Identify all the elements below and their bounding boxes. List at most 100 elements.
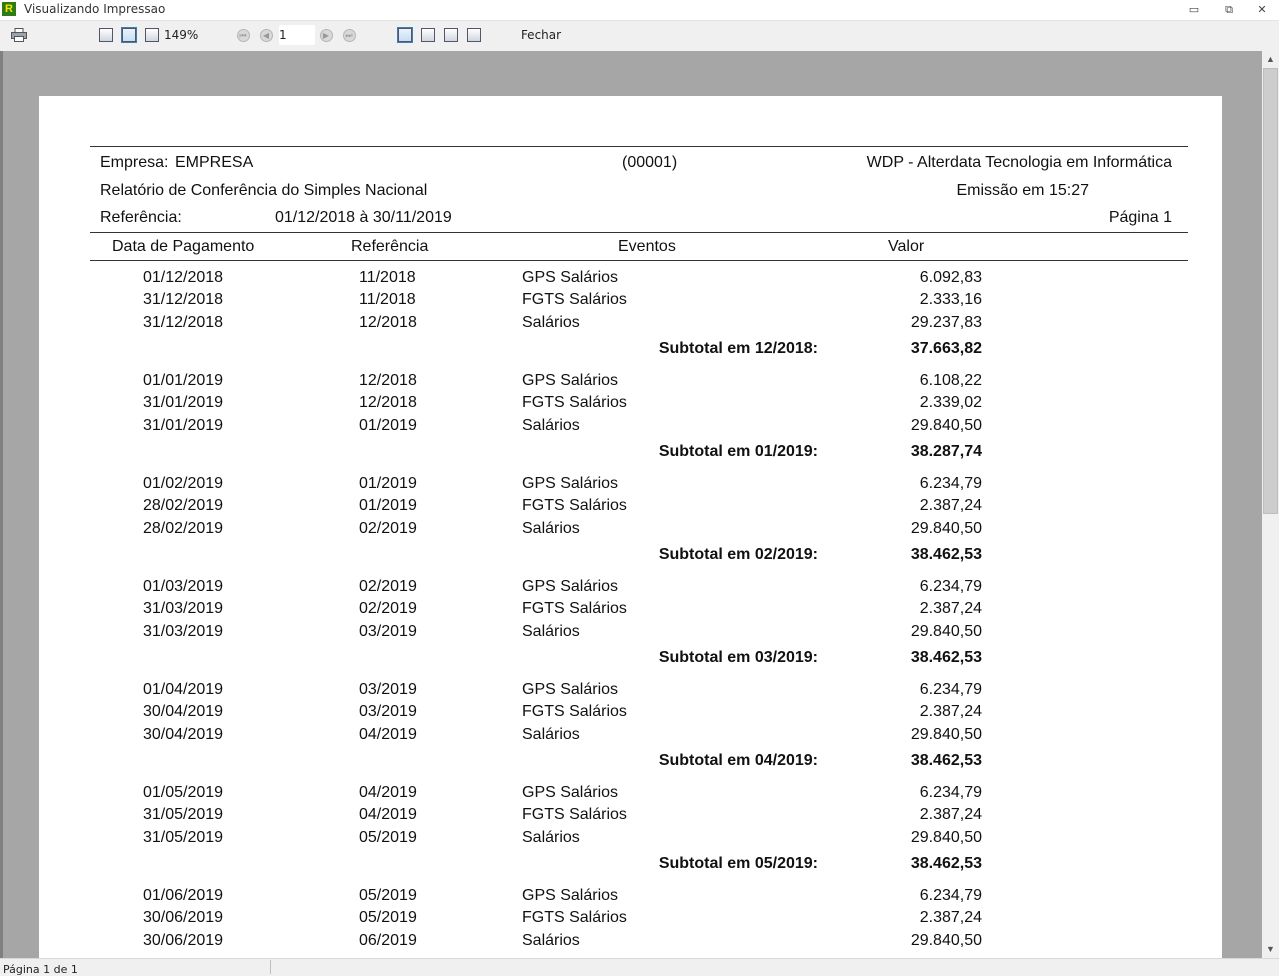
report-title: Relatório de Conferência do Simples Naci… [100,182,428,199]
row-value: 2.387,24 [919,600,982,617]
row-value: 2.387,24 [919,806,982,823]
first-page-button[interactable]: ⏮ [235,25,251,45]
window-title: Visualizando Impressao [24,2,166,16]
print-button[interactable] [8,25,30,45]
row-reference: 11/2018 [359,269,416,286]
row-event: GPS Salários [522,269,619,286]
row-event: GPS Salários [522,372,619,389]
zoom-percent-button[interactable] [143,25,161,45]
row-event: FGTS Salários [522,497,627,514]
row-payment-date: 31/01/2019 [143,417,224,434]
zoom-page-icon [145,28,159,42]
row-reference: 02/2019 [359,578,417,595]
subtotal-label: Subtotal em 05/2019: [658,855,818,872]
row-reference: 12/2018 [359,372,417,389]
row-reference: 02/2019 [359,600,417,617]
row-value: 2.339,02 [919,394,982,411]
close-window-button[interactable]: ✕ [1249,1,1275,19]
vertical-scrollbar[interactable]: ▲ ▼ [1262,51,1279,958]
subtotal-value: 38.287,74 [910,443,982,460]
last-page-button[interactable]: ⏭ [341,25,357,45]
row-value: 6.234,79 [919,784,982,801]
row-payment-date: 31/12/2018 [143,314,224,331]
row-reference: 02/2019 [359,520,417,537]
row-event: FGTS Salários [522,806,627,823]
next-page-button[interactable]: ▶ [318,25,334,45]
row-payment-date: 30/06/2019 [143,932,224,949]
status-separator [270,960,271,974]
page-width-button[interactable] [120,25,138,45]
multi-page-button[interactable] [465,25,483,45]
row-reference: 03/2019 [359,623,417,640]
column-header-date: Data de Pagamento [112,238,255,255]
previous-page-button[interactable]: ◀ [258,25,274,45]
row-event: FGTS Salários [522,600,627,617]
row-value: 29.840,50 [910,417,982,434]
single-page-button[interactable] [396,25,414,45]
empresa-name: EMPRESA [175,154,254,171]
row-event: FGTS Salários [522,291,627,308]
row-payment-date: 01/02/2019 [143,475,224,492]
row-reference: 11/2018 [359,291,416,308]
row-event: GPS Salários [522,784,619,801]
row-event: Salários [522,417,580,434]
row-value: 29.840,50 [910,726,982,743]
row-reference: 04/2019 [359,726,417,743]
row-reference: 01/2019 [359,417,417,434]
row-reference: 01/2019 [359,475,417,492]
next-page-icon: ▶ [319,28,333,42]
subtotal-label: Subtotal em 02/2019: [658,546,818,563]
header-top-line [90,146,1188,147]
row-payment-date: 01/01/2019 [143,372,224,389]
book-view-button[interactable] [442,25,460,45]
column-header-events: Eventos [618,238,676,255]
row-reference: 04/2019 [359,806,417,823]
row-payment-date: 01/04/2019 [143,681,224,698]
row-value: 6.108,22 [919,372,982,389]
row-event: FGTS Salários [522,909,627,926]
row-event: GPS Salários [522,475,619,492]
row-event: GPS Salários [522,681,619,698]
scroll-down-arrow-icon[interactable]: ▼ [1262,941,1279,958]
page-count-status: Página 1 de 1 [3,963,78,976]
referencia-label: Referência: [100,209,182,226]
minimize-button[interactable]: ▭ [1181,1,1207,19]
page-label: Página 1 [1108,209,1172,226]
row-value: 2.387,24 [919,497,982,514]
row-value: 2.333,16 [919,291,982,308]
previous-page-icon: ◀ [259,28,273,42]
row-payment-date: 31/01/2019 [143,394,224,411]
scroll-thumb[interactable] [1263,68,1278,514]
row-reference: 05/2019 [359,909,417,926]
column-header-value: Valor [888,238,925,255]
subtotal-label: Subtotal em 04/2019: [658,752,818,769]
restore-button[interactable]: ⧉ [1216,1,1242,19]
scroll-up-arrow-icon[interactable]: ▲ [1262,51,1279,68]
book-view-icon [444,28,458,42]
empresa-label: Empresa: [100,154,169,171]
status-bar: Página 1 de 1 [0,958,1279,976]
row-value: 6.092,83 [919,269,982,286]
page-width-icon [121,27,137,43]
row-value: 6.234,79 [919,475,982,492]
page-number-input[interactable]: 1 [279,25,315,45]
empresa-code: (00001) [622,154,678,171]
subtotal-label: Subtotal em 12/2018: [658,340,818,357]
zoom-level[interactable]: 149% [164,25,200,45]
row-event: FGTS Salários [522,703,627,720]
whole-page-icon [99,28,113,42]
row-payment-date: 30/04/2019 [143,703,224,720]
row-event: Salários [522,726,580,743]
single-page-icon [397,27,413,43]
row-event: Salários [522,314,580,331]
preview-area: Empresa: EMPRESA (00001) WDP - Alterdata… [0,51,1262,958]
row-reference: 01/2019 [359,497,417,514]
whole-page-button[interactable] [97,25,115,45]
fechar-button[interactable]: Fechar [516,25,566,45]
last-page-icon: ⏭ [342,28,356,42]
printer-icon [11,28,27,42]
two-pages-button[interactable] [419,25,437,45]
row-payment-date: 30/04/2019 [143,726,224,743]
row-payment-date: 01/05/2019 [143,784,224,801]
row-event: FGTS Salários [522,394,627,411]
